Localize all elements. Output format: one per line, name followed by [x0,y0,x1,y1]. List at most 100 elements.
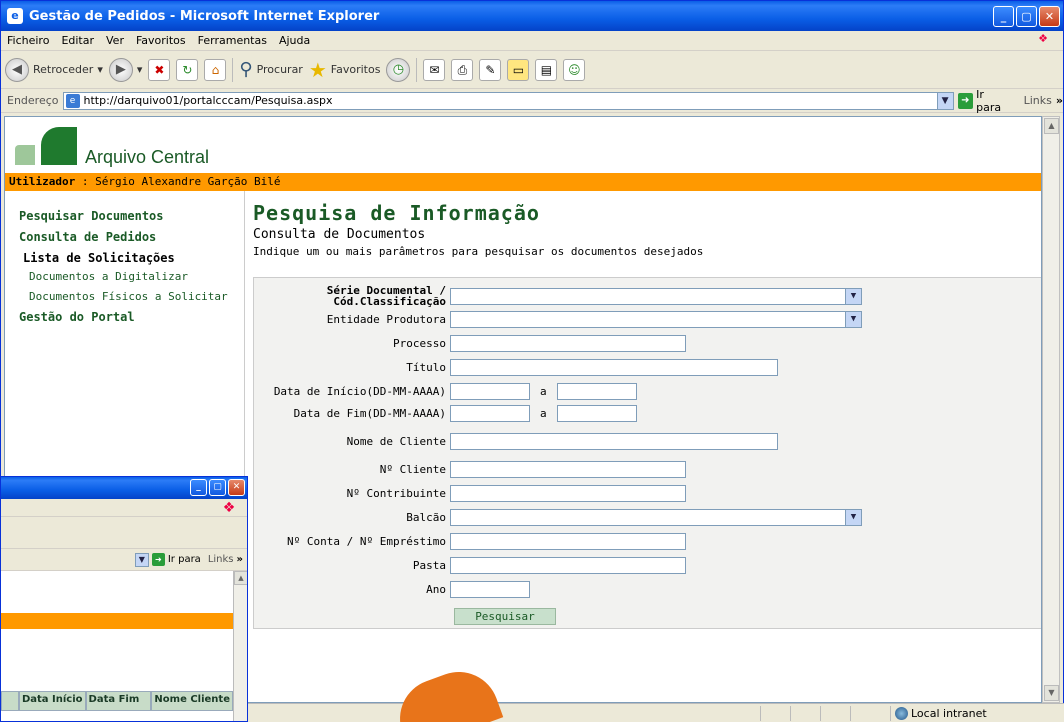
back-button[interactable]: ◀ Retroceder ▾ [5,57,103,82]
second-minimize-button[interactable]: _ [190,479,207,496]
site-header: Arquivo Central [5,117,1041,173]
second-title-bar[interactable]: _ ▢ ✕ [1,477,247,499]
nome-cliente-input[interactable] [450,432,778,450]
conta-input[interactable] [450,532,686,550]
data-fim-from-input[interactable] [450,404,530,422]
user-name: : Sérgio Alexandre Garção Bilé [75,175,281,188]
notes-icon[interactable]: ▭ [507,58,530,81]
search-icon: ⚲ [239,59,253,80]
star-icon: ★ [308,57,327,82]
data-inicio-to-input[interactable] [556,382,637,400]
vertical-scrollbar[interactable]: ▲ ▼ [1042,116,1060,703]
status-divider [790,706,791,721]
chevron-down-icon[interactable]: ▼ [936,92,953,109]
ie-icon: e [7,8,23,24]
history-icon[interactable]: ◷ [386,57,411,82]
minimize-button[interactable]: _ [993,5,1014,27]
scroll-down-icon[interactable]: ▼ [1044,685,1059,701]
address-bar: Endereço e http://darquivo01/portalcccam… [1,88,1063,114]
search-label: Procurar [256,63,303,76]
close-button[interactable]: ✕ [1039,5,1060,27]
sidebar-item-lista[interactable]: Lista de Solicitações [23,251,244,265]
second-links-button[interactable]: Links [208,554,234,565]
zone-label: Local intranet [911,707,987,720]
address-url: http://darquivo01/portalcccam/Pesquisa.a… [83,94,333,107]
chevron-down-icon: ▼ [845,509,861,525]
serie-label: Série Documental / Cód.Classificação [254,285,450,307]
go-button[interactable]: ➜ Ir para [957,88,1012,114]
serie-select[interactable]: ▼ [450,287,862,305]
second-toolbar [1,517,247,549]
menu-ajuda[interactable]: Ajuda [279,34,310,47]
menu-favoritos[interactable]: Favoritos [136,34,186,47]
sidebar-item-pesquisar[interactable]: Pesquisar Documentos [19,209,244,223]
page-subtitle: Consulta de Documentos [253,227,426,242]
menu-ficheiro[interactable]: Ficheiro [7,34,49,47]
second-ie-window[interactable]: _ ▢ ✕ ❖ ▼ ➜ Ir para Links » Data Início … [0,476,248,722]
second-close-button[interactable]: ✕ [228,479,245,496]
titulo-input[interactable] [450,358,778,376]
processo-input[interactable] [450,334,686,352]
sidebar-item-fisicos[interactable]: Documentos Físicos a Solicitar [29,290,244,303]
logo-shape-dark [41,127,77,165]
second-go-label[interactable]: Ir para [168,554,201,565]
column-header-data-inicio[interactable]: Data Início [18,691,86,711]
second-menu-bar: ❖ [1,499,247,517]
chevron-down-icon[interactable]: ▼ [134,552,149,567]
num-cliente-input[interactable] [450,460,686,478]
pasta-label: Pasta [412,558,446,572]
data-inicio-from-input[interactable] [450,382,530,400]
data-fim-to-input[interactable] [556,404,637,422]
chevron-right-icon[interactable]: » [237,554,243,565]
research-icon[interactable]: ▤ [535,58,558,81]
menu-editar[interactable]: Editar [61,34,94,47]
refresh-icon[interactable]: ↻ [176,58,199,81]
results-table-header: Data Início Data Fim Nome Cliente [1,691,233,711]
column-header-nome-cliente[interactable]: Nome Cliente [151,691,233,711]
entidade-select[interactable]: ▼ [450,310,862,328]
stop-icon[interactable]: ✖ [148,58,171,81]
balcao-select[interactable]: ▼ [450,508,862,526]
second-user-bar [1,613,233,629]
favorites-button[interactable]: ★ Favoritos [309,58,381,82]
ano-input[interactable] [450,580,530,598]
print-icon[interactable]: ⎙ [451,58,474,81]
contribuinte-label: Nº Contribuinte [346,486,446,500]
toolbar: ◀ Retroceder ▾ ▶ ▾ ✖ ↻ ⌂ ⚲ Procurar ★ Favorit… [1,51,1063,89]
second-maximize-button[interactable]: ▢ [209,479,226,496]
globe-icon [895,707,908,720]
search-button[interactable]: ⚲ Procurar [239,59,302,80]
home-icon[interactable]: ⌂ [204,58,227,81]
chevron-down-icon: ▾ [97,63,103,76]
scroll-up-icon[interactable]: ▲ [1044,118,1059,134]
chevron-down-icon: ▼ [845,288,861,304]
scroll-up-icon[interactable]: ▲ [234,571,247,585]
pasta-input[interactable] [450,556,686,574]
column-header-blank [1,691,19,711]
address-input[interactable]: e http://darquivo01/portalcccam/Pesquisa… [62,91,954,110]
sidebar-item-gestao[interactable]: Gestão do Portal [19,310,244,324]
go-arrow-icon[interactable]: ➜ [151,553,165,566]
range-separator: a [540,406,547,420]
maximize-button[interactable]: ▢ [1016,5,1037,27]
toolbar-separator [416,57,418,82]
mail-icon[interactable]: ✉ [423,58,446,81]
pesquisar-button[interactable]: Pesquisar [454,608,556,625]
second-address-bar: ▼ ➜ Ir para Links » [1,549,247,571]
chevron-right-icon[interactable]: » [1056,94,1063,107]
sidebar-item-digitalizar[interactable]: Documentos a Digitalizar [29,270,244,283]
forward-button[interactable]: ▶ ▾ [108,57,142,82]
sidebar-item-consulta[interactable]: Consulta de Pedidos [19,230,244,244]
windows-logo-icon: ❖ [1038,32,1048,45]
column-header-data-fim[interactable]: Data Fim [85,691,152,711]
title-bar[interactable]: e Gestão de Pedidos - Microsoft Internet… [1,1,1063,31]
menu-ferramentas[interactable]: Ferramentas [198,34,267,47]
menu-ver[interactable]: Ver [106,34,124,47]
edit-icon[interactable]: ✎ [479,58,502,81]
contribuinte-input[interactable] [450,484,686,502]
conta-label: Nº Conta / Nº Empréstimo [287,534,446,548]
windows-logo-icon: ❖ [222,500,236,516]
messenger-icon[interactable]: ☺ [563,58,586,81]
second-vertical-scrollbar[interactable]: ▲ [233,571,247,721]
links-button[interactable]: Links [1024,94,1052,107]
